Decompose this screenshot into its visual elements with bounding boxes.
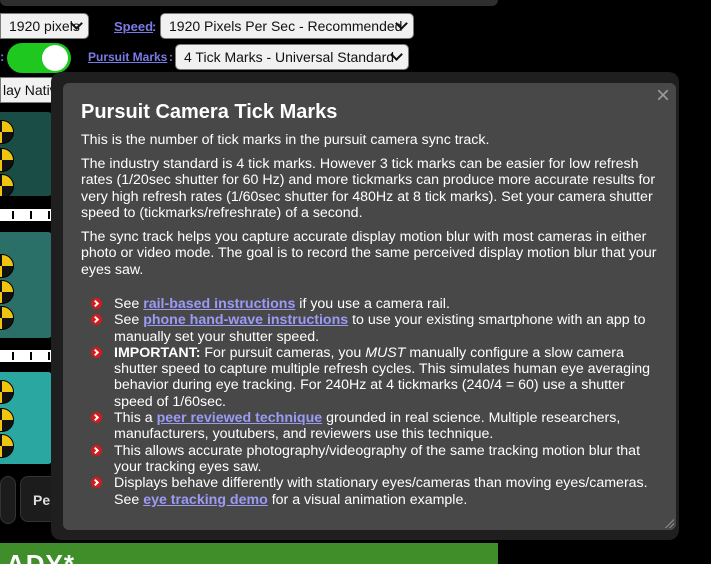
pursuit-tick-marks-dialog: × Pursuit Camera Tick Marks This is the … [63,83,676,530]
speed-select[interactable]: 1920 Pixels Per Sec - Recommended [160,13,414,39]
dialog-bullet-list: See rail-based instructions if you use a… [81,296,658,508]
speed-select-value: 1920 Pixels Per Sec - Recommended [169,18,403,34]
bullet-text: This allows accurate photography/videogr… [114,442,641,475]
motion-panel-2 [0,232,52,338]
dialog-para-3: The sync track helps you capture accurat… [81,228,657,278]
resolution-select-value: 1920 pixels [9,18,80,34]
dialog-title: Pursuit Camera Tick Marks [81,101,338,123]
speed-colon: : [152,19,157,34]
tick-mark-icon [0,120,14,144]
list-item: See phone hand-wave instructions to use … [81,312,658,345]
bullet-text: for a visual animation example. [267,491,468,508]
resolution-select[interactable]: 1920 pixels [0,13,89,39]
list-item: This allows accurate photography/videogr… [81,443,658,476]
bullet-text: For pursuit cameras, you [200,344,366,361]
list-item: Displays behave differently with station… [81,475,658,508]
list-item: This a peer reviewed technique grounded … [81,410,658,443]
toggle-switch[interactable] [7,43,71,73]
pursuit-marks-select-value: 4 Tick Marks - Universal Standard [184,49,395,65]
motion-panel-3 [0,372,52,464]
speed-label: Speed [114,19,154,34]
tick-mark-icon [0,380,14,404]
resize-grip-icon[interactable] [664,518,674,528]
top-bar-edge [0,0,498,6]
tick-mark-icon [0,306,14,330]
chevron-bullet-icon [91,314,102,326]
motion-panel-1 [0,112,52,196]
pursuit-colon: : [169,50,173,64]
tick-mark-icon [0,280,14,304]
pursuit-marks-label: Pursuit Marks [88,50,168,64]
list-item: IMPORTANT: For pursuit cameras, you MUST… [81,345,658,410]
bullet-text: See [114,312,144,329]
display-native-value: lay Nativ [3,82,57,98]
close-icon[interactable]: × [656,84,670,108]
sync-track-1 [0,207,52,223]
chevron-bullet-icon [91,477,102,489]
chevron-bullet-icon [91,298,102,309]
bullet-text: This a [114,410,157,427]
list-item: See rail-based instructions if you use a… [81,296,658,312]
toggle-knob [42,45,68,71]
chevron-bullet-icon [91,346,102,358]
dialog-para-2: The industry standard is 4 tick marks. H… [81,155,656,222]
eye-tracking-demo-link[interactable]: eye tracking demo [143,492,268,508]
bullet-text: See [114,296,144,312]
emphasis-text: MUST [365,344,406,361]
pursuit-marks-select[interactable]: 4 Tick Marks - Universal Standard [175,44,409,70]
status-banner-text: ADY* [6,549,76,564]
important-label: IMPORTANT: [114,344,201,361]
bottom-button-1[interactable] [0,476,16,524]
sync-track-2 [0,348,52,364]
tick-mark-icon [0,254,14,278]
phone-hand-wave-link[interactable]: phone hand-wave instructions [143,312,348,328]
tick-mark-icon [0,174,14,196]
rail-instructions-link[interactable]: rail-based instructions [143,296,295,312]
speed-label-link[interactable]: Speed [114,19,153,34]
tick-mark-icon [0,408,14,432]
pursuit-marks-label-link[interactable]: Pursuit Marks [88,50,167,64]
chevron-bullet-icon [91,444,102,456]
tick-mark-icon [0,148,14,172]
bullet-text: if you use a camera rail. [295,296,450,312]
status-banner: ADY* [0,543,498,564]
tick-mark-icon [0,434,14,458]
bottom-button-2-label: Pe [33,492,51,508]
dialog-para-1: This is the number of tick marks in the … [81,132,490,148]
chevron-bullet-icon [91,412,102,424]
peer-reviewed-link[interactable]: peer reviewed technique [157,410,323,426]
toggle-colon: : [0,49,5,64]
